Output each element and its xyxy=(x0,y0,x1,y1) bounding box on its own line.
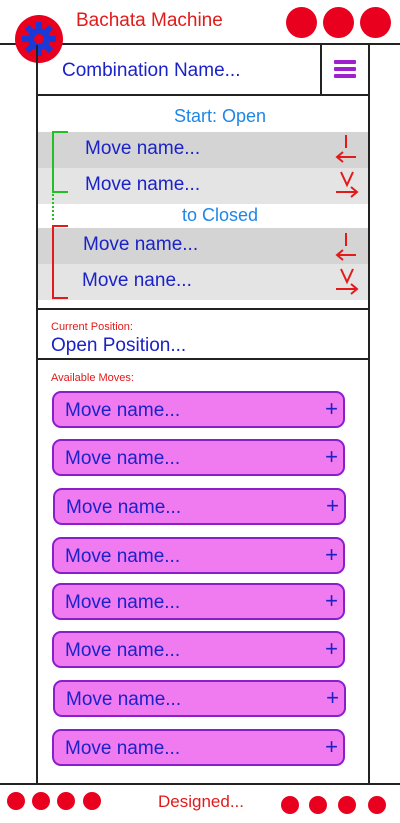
add-icon[interactable]: + xyxy=(325,542,338,568)
move-label: Move name... xyxy=(65,448,181,469)
window-control-3[interactable] xyxy=(360,7,391,38)
footer-credit: Designed... xyxy=(158,792,244,811)
move-label: Move name... xyxy=(65,546,181,567)
sequence-move-label: Move name... xyxy=(85,174,201,195)
available-move-button[interactable]: Move name... + xyxy=(53,488,346,525)
footer-dot[interactable] xyxy=(32,792,50,810)
available-move-button[interactable]: Move name... + xyxy=(53,680,346,717)
add-icon[interactable]: + xyxy=(325,636,338,662)
sequence-row[interactable]: Move name... xyxy=(38,132,368,168)
window-control-2[interactable] xyxy=(323,7,354,38)
start-position-label: Start: Open xyxy=(174,106,267,126)
move-label: Move name... xyxy=(65,592,181,613)
available-move-button[interactable]: Move name... + xyxy=(52,729,345,766)
sequence-row[interactable]: Move name... xyxy=(38,168,368,204)
footer-dot[interactable] xyxy=(57,792,75,810)
current-position-label: Current Position: xyxy=(51,321,133,333)
move-label: Move name... xyxy=(66,497,182,518)
available-move-button[interactable]: Move name... + xyxy=(52,537,345,574)
right-arrow-icon xyxy=(336,171,359,198)
footer-dot[interactable] xyxy=(338,796,356,814)
end-position-label: to Closed xyxy=(182,205,259,225)
sequence-move-label: Move name... xyxy=(85,138,201,159)
add-icon[interactable]: + xyxy=(325,444,338,470)
available-moves-label: Available Moves: xyxy=(51,372,134,384)
move-label: Move name... xyxy=(66,689,182,710)
footer-dot[interactable] xyxy=(309,796,327,814)
footer-dot[interactable] xyxy=(281,796,299,814)
add-icon[interactable]: + xyxy=(326,493,339,519)
available-move-button[interactable]: Move name... + xyxy=(52,583,345,620)
menu-icon xyxy=(334,60,356,78)
move-label: Move name... xyxy=(65,738,181,759)
sequence-move-label: Move name... xyxy=(83,234,199,255)
app-title: Bachata Machine xyxy=(76,10,223,31)
footer-dot[interactable] xyxy=(7,792,25,810)
sequence-row[interactable]: Move nane... xyxy=(38,264,368,300)
menu-button[interactable] xyxy=(320,45,368,94)
group-bracket-closed xyxy=(52,225,68,299)
add-icon[interactable]: + xyxy=(325,588,338,614)
footer-dot[interactable] xyxy=(368,796,386,814)
current-position-value: Open Position... xyxy=(51,335,187,356)
move-label: Move name... xyxy=(65,400,181,421)
add-icon[interactable]: + xyxy=(325,396,338,422)
sequence-row[interactable]: Move name... xyxy=(38,228,368,264)
sequence-move-label: Move nane... xyxy=(82,270,192,291)
available-move-button[interactable]: Move name... + xyxy=(52,391,345,428)
combination-name-input[interactable] xyxy=(38,47,320,94)
available-move-button[interactable]: Move name... + xyxy=(52,439,345,476)
add-icon[interactable]: + xyxy=(325,734,338,760)
lead-left-arrow-icon xyxy=(335,233,356,261)
right-arrow-icon xyxy=(336,268,359,295)
move-label: Move name... xyxy=(65,640,181,661)
available-move-button[interactable]: Move name... + xyxy=(52,631,345,668)
window-control-1[interactable] xyxy=(286,7,317,38)
lead-left-arrow-icon xyxy=(335,135,356,163)
add-icon[interactable]: + xyxy=(326,685,339,711)
footer-dot[interactable] xyxy=(83,792,101,810)
group-bracket-open xyxy=(52,131,68,222)
